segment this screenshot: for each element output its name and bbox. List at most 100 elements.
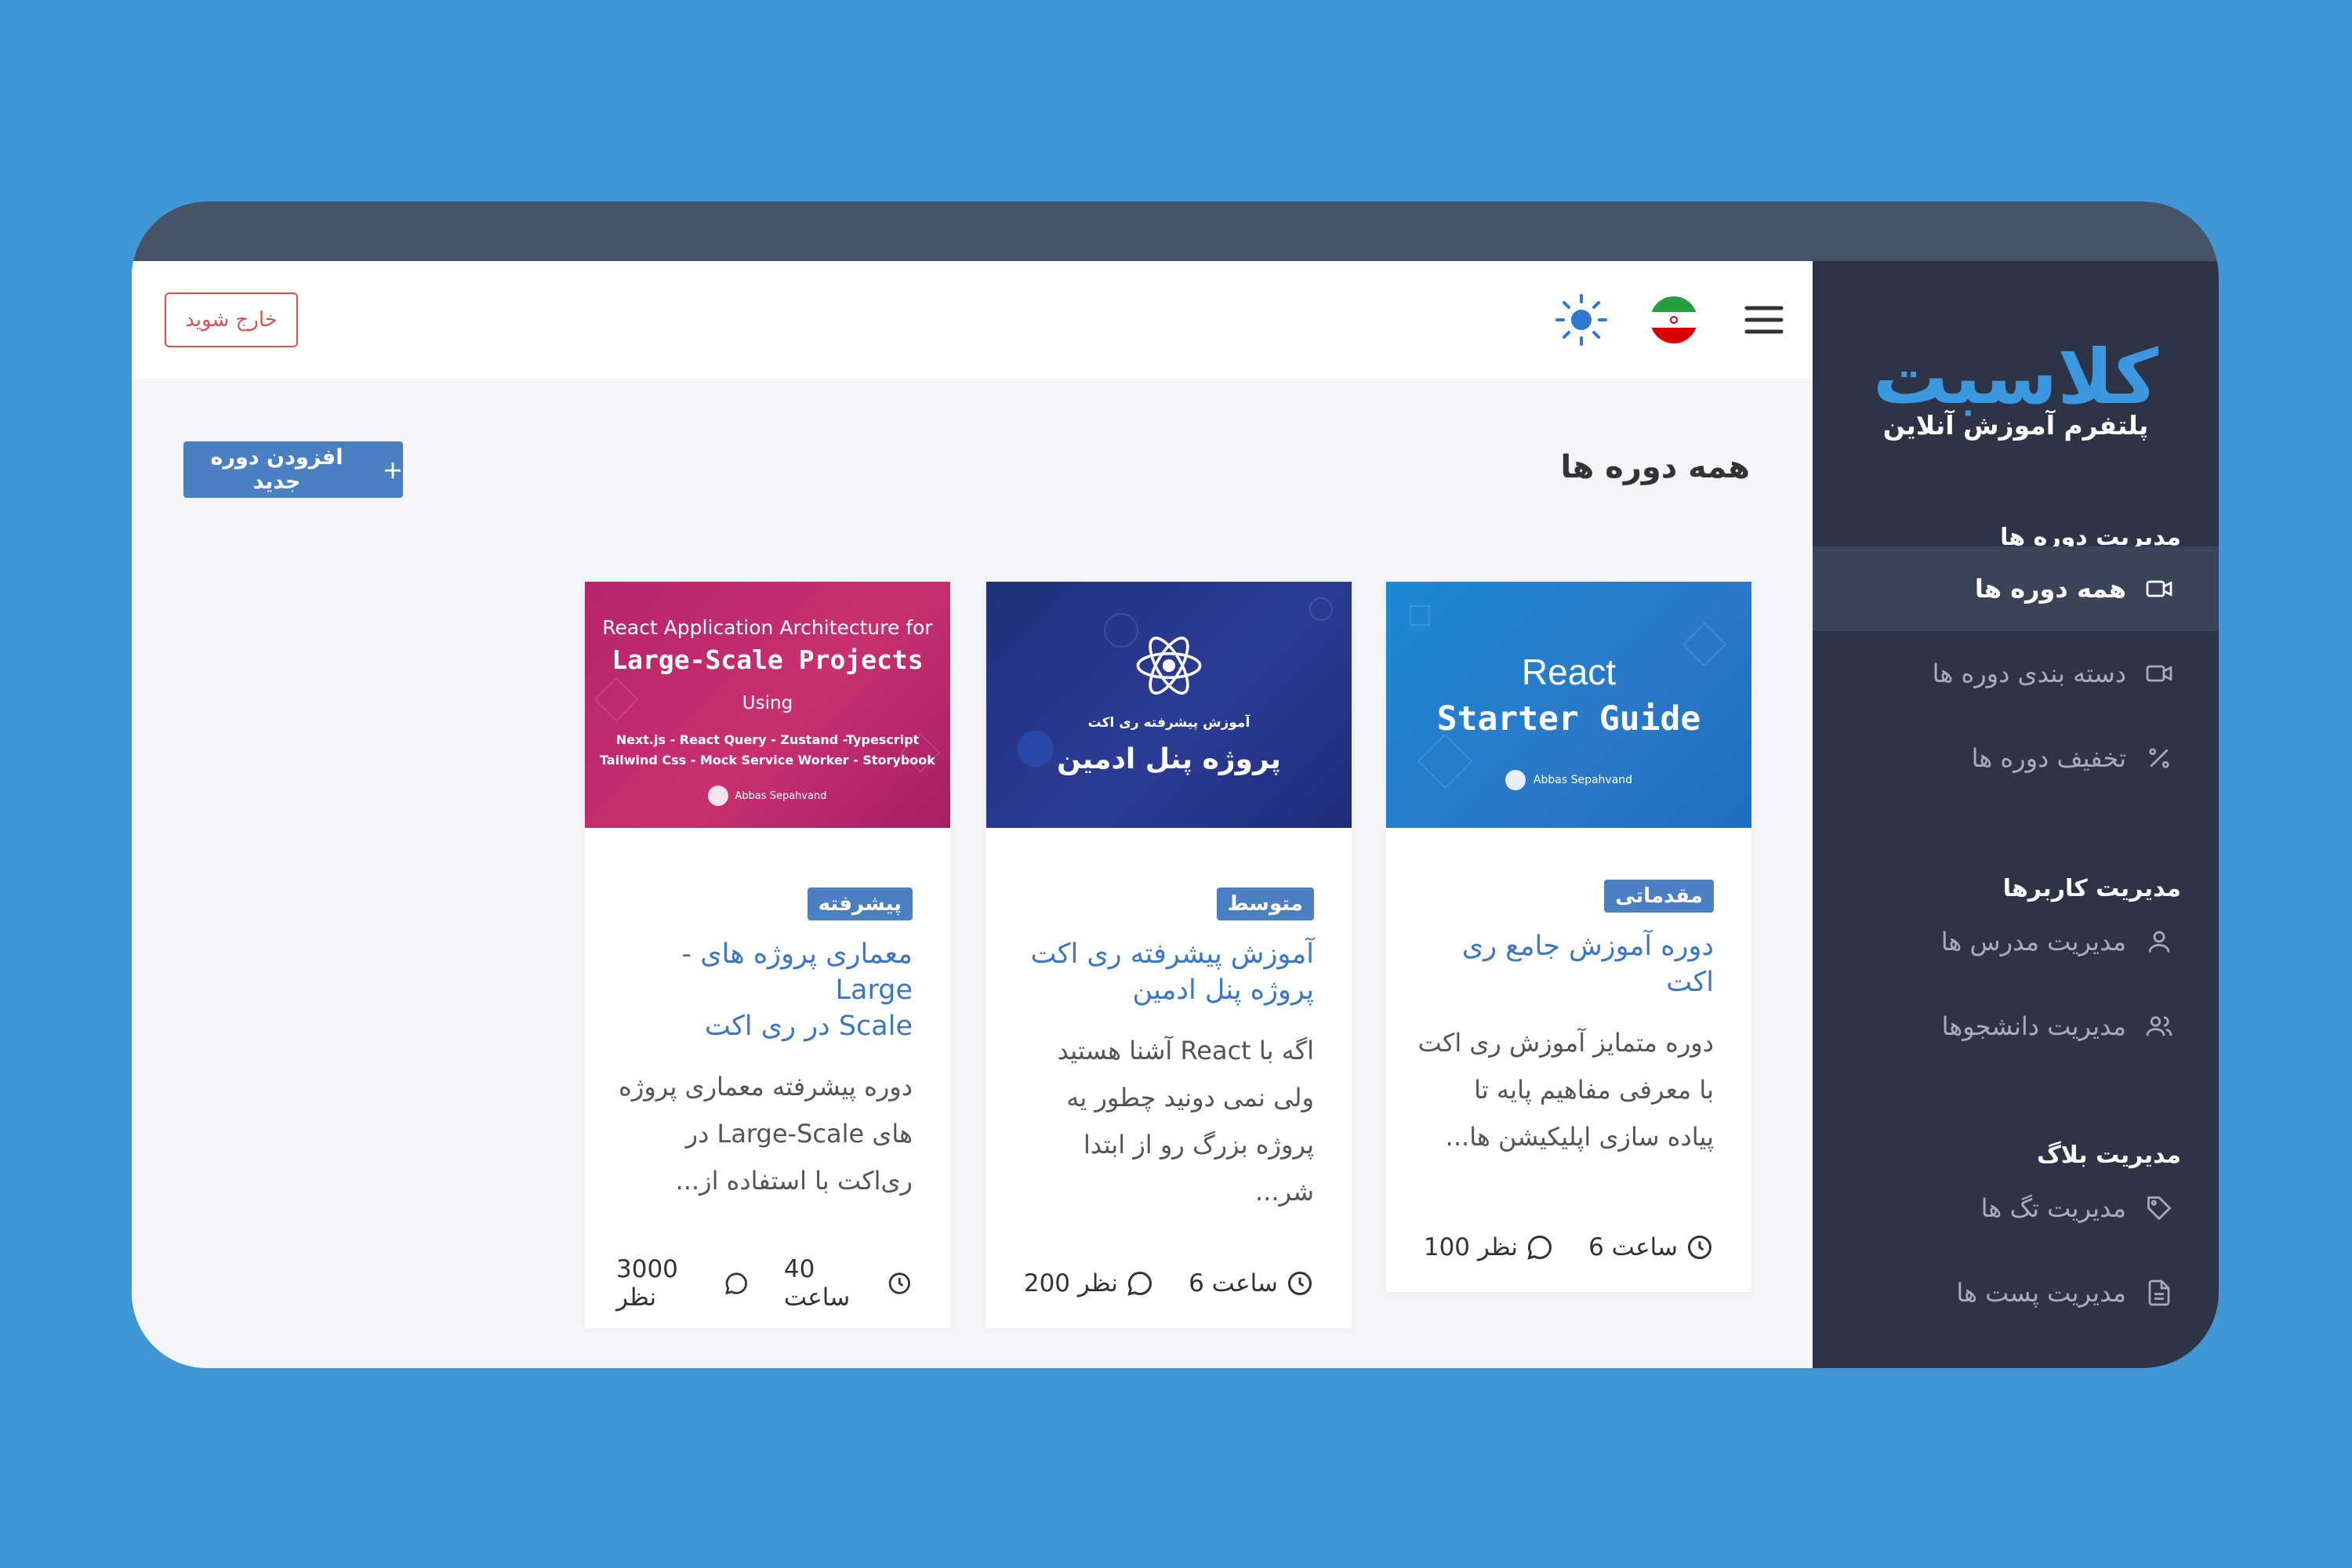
level-badge: مقدماتی xyxy=(1604,880,1714,913)
sidebar-item-course-discounts[interactable]: تخفیف دوره ها xyxy=(1813,716,2219,800)
thumb-author: Abbas Sepahvand xyxy=(585,786,950,806)
title-line: معماری پروژه های -Large xyxy=(681,938,913,1006)
card-body: پیشرفته معماری پروژه های -Large Scale در… xyxy=(616,887,913,1204)
duration-meta: 6 ساعت xyxy=(1189,1269,1314,1298)
decor-square xyxy=(1410,605,1430,626)
decor-circle xyxy=(1309,597,1333,621)
thumb-line1: React Application Architecture for xyxy=(602,616,933,639)
clock-icon xyxy=(1688,1236,1711,1259)
add-course-label: افزودن دوره جدید xyxy=(210,445,343,494)
thumb-line2: پروژه پنل ادمین xyxy=(1057,743,1281,775)
title-line: آموزش پیشرفته ری اکت xyxy=(1030,938,1314,970)
sidebar-item-posts[interactable]: مدیریت پست ها xyxy=(1813,1250,2219,1335)
desc-line: پیاده سازی اپلیکیشن ها... xyxy=(1445,1122,1714,1152)
title-line: Scale در ری اکت xyxy=(704,1011,913,1042)
comment-icon xyxy=(1127,1272,1152,1296)
react-logo-icon xyxy=(1136,637,1202,695)
course-title[interactable]: معماری پروژه های -Large Scale در ری اکت xyxy=(616,936,913,1044)
course-description: دوره متمایز آموزش ری اکت با معرفی مفاهیم… xyxy=(1417,1019,1714,1160)
top-header: خارج شوید xyxy=(132,261,1813,379)
card-body: متوسط آموزش پیشرفته ری اکت پروژه پنل ادم… xyxy=(1018,887,1314,1215)
comments-count: 100 نظر xyxy=(1423,1233,1519,1261)
sidebar-item-teachers[interactable]: مدیریت مدرس ها xyxy=(1813,899,2219,984)
sun-icon[interactable] xyxy=(1554,292,1609,347)
add-course-button[interactable]: ＋ افزودن دوره جدید xyxy=(183,441,403,498)
desc-line: دوره متمایز آموزش ری اکت xyxy=(1417,1028,1714,1058)
thumb-line4: Next.js - React Query - Zustand -Typescr… xyxy=(615,732,920,747)
sidebar-item-label: تخفیف دوره ها xyxy=(1971,743,2126,773)
percent-icon xyxy=(2143,742,2175,774)
desc-line: اگه با React آشنا هستید xyxy=(1057,1036,1315,1065)
duration: 6 ساعت xyxy=(1588,1233,1678,1261)
desc-line: های Large-Scale در xyxy=(685,1119,913,1149)
iran-flag-icon[interactable] xyxy=(1646,292,1701,347)
sidebar-item-course-categories[interactable]: دسته بندی دوره ها xyxy=(1813,631,2219,716)
course-description: اگه با React آشنا هستید ولی نمی دونید چط… xyxy=(1018,1027,1315,1215)
level-badge: پیشرفته xyxy=(807,887,913,920)
desc-line: ولی نمی دونید چطور یه xyxy=(1066,1083,1314,1112)
user-icon xyxy=(2143,926,2175,957)
duration: 40 ساعت xyxy=(783,1255,851,1312)
card-footer: 200 نظر 6 ساعت xyxy=(1018,1264,1314,1303)
desc-line: با معرفی مفاهیم پایه تا xyxy=(1474,1075,1714,1105)
course-card[interactable]: React Starter Guide Abbas Sepahvand مقدم… xyxy=(1386,582,1751,1292)
thumb-line3: Using xyxy=(742,693,793,713)
brand: کلاسبت xyxy=(1813,339,2219,415)
document-icon xyxy=(2143,1277,2175,1308)
logout-button[interactable]: خارج شوید xyxy=(165,292,298,347)
course-thumbnail: React Application Architecture for Large… xyxy=(585,582,950,828)
sidebar-item-label: مدیریت پست ها xyxy=(1956,1278,2126,1308)
duration-meta: 6 ساعت xyxy=(1588,1233,1714,1261)
sidebar-item-tags[interactable]: مدیریت تگ ها xyxy=(1813,1166,2219,1250)
main-content: همه دوره ها ＋ افزودن دوره جدید React Sta… xyxy=(132,379,1813,1368)
desc-line: دوره پیشرفته معماری پروژه xyxy=(619,1072,913,1102)
sidebar: کلاسبت پلتفرم آموزش آنلاین مدیریت دوره ه… xyxy=(1813,261,2219,1368)
desc-line: پروژه بزرگ رو از ابتدا شر... xyxy=(1083,1130,1314,1207)
app-window: کلاسبت پلتفرم آموزش آنلاین مدیریت دوره ه… xyxy=(132,201,2219,1368)
duration: 6 ساعت xyxy=(1189,1269,1278,1298)
thumb-line5: Tailwind Css - Mock Service Worker - Sto… xyxy=(600,753,935,768)
course-thumbnail: آموزش پیشرفته ری اکت پروژه پنل ادمین xyxy=(986,582,1352,828)
desc-line: ری‌اکت با استفاده از... xyxy=(675,1166,913,1196)
thumb-author: Abbas Sepahvand xyxy=(1386,770,1751,790)
tagline: پلتفرم آموزش آنلاین xyxy=(1882,410,2149,441)
thumb-line1: آموزش پیشرفته ری اکت xyxy=(1087,715,1250,731)
card-footer: 3000 نظر 40 ساعت xyxy=(616,1255,913,1312)
window-top-bar xyxy=(132,201,2219,261)
duration-meta: 40 ساعت xyxy=(784,1255,913,1312)
hamburger-menu-icon[interactable] xyxy=(1736,292,1791,347)
clock-icon xyxy=(1288,1272,1312,1295)
comments-meta: 100 نظر xyxy=(1424,1233,1554,1261)
sidebar-item-label: همه دوره ها xyxy=(1974,574,2126,604)
card-footer: 100 نظر 6 ساعت xyxy=(1417,1228,1714,1267)
course-card[interactable]: آموزش پیشرفته ری اکت پروژه پنل ادمین متو… xyxy=(986,582,1352,1328)
tag-icon xyxy=(2143,1192,2175,1224)
card-body: مقدماتی دوره آموزش جامع ری اکت دوره متما… xyxy=(1417,880,1714,1160)
clock-icon xyxy=(889,1272,911,1294)
author-name: Abbas Sepahvand xyxy=(735,789,827,802)
thumb-line2: Starter Guide xyxy=(1436,699,1701,739)
comments-count: 3000 نظر xyxy=(616,1255,678,1312)
thumb-line1: React xyxy=(1521,652,1617,692)
section-title-blog: مدیریت بلاگ xyxy=(2036,1142,2181,1169)
course-card[interactable]: React Application Architecture for Large… xyxy=(585,582,950,1328)
thumb-line2: Large-Scale Projects xyxy=(612,644,924,675)
plus-icon: ＋ xyxy=(382,459,403,484)
section-title-users: مدیریت کاربرها xyxy=(2002,875,2181,902)
comments-meta: 200 نظر xyxy=(1024,1269,1154,1298)
course-thumbnail: React Starter Guide Abbas Sepahvand xyxy=(1386,582,1751,828)
users-icon xyxy=(2143,1011,2175,1042)
logo[interactable]: کلاسبت xyxy=(1813,339,2219,415)
video-icon xyxy=(2143,573,2175,604)
course-title[interactable]: دوره آموزش جامع ری اکت xyxy=(1417,928,1714,1000)
comment-icon xyxy=(725,1272,748,1295)
sidebar-item-label: مدیریت تگ ها xyxy=(1980,1193,2126,1223)
sidebar-item-label: مدیریت دانشجوها xyxy=(1941,1011,2126,1041)
author-avatar xyxy=(708,786,729,806)
course-title[interactable]: آموزش پیشرفته ری اکت پروژه پنل ادمین xyxy=(1018,936,1314,1008)
sidebar-item-label: دسته بندی دوره ها xyxy=(1932,659,2126,688)
sidebar-item-all-courses[interactable]: همه دوره ها xyxy=(1813,546,2219,631)
page-title: همه دوره ها xyxy=(1560,449,1750,485)
sidebar-item-students[interactable]: مدیریت دانشجوها xyxy=(1813,984,2219,1069)
level-badge: متوسط xyxy=(1216,887,1314,920)
